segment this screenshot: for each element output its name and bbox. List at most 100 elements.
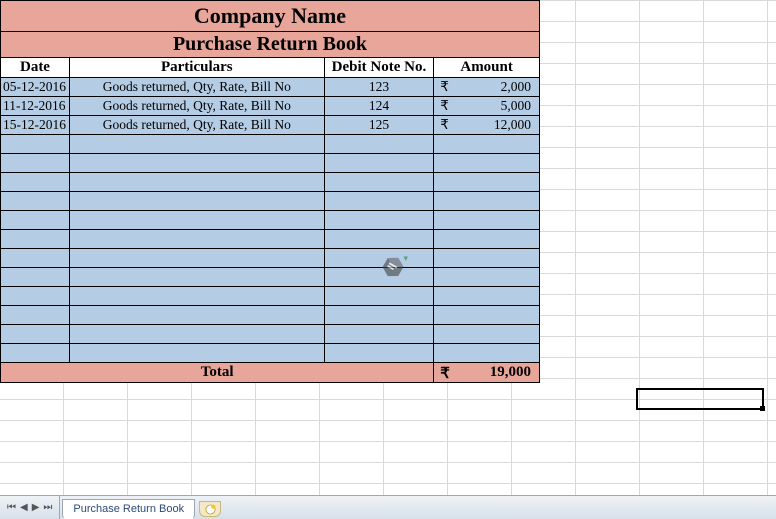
- subtitle-row: Purchase Return Book: [1, 32, 540, 58]
- total-row: Total ₹ 19,000: [1, 363, 540, 383]
- cell-amount[interactable]: [434, 268, 540, 287]
- cell-debit-note[interactable]: 123: [324, 78, 434, 97]
- table-row: 05-12-2016Goods returned, Qty, Rate, Bil…: [1, 78, 540, 97]
- tab-nav-next-icon[interactable]: ▶: [31, 502, 41, 513]
- cell-amount[interactable]: [434, 154, 540, 173]
- cell-date[interactable]: [1, 154, 70, 173]
- cell-amount[interactable]: [434, 287, 540, 306]
- cell-particulars[interactable]: Goods returned, Qty, Rate, Bill No: [69, 116, 324, 135]
- cell-particulars[interactable]: [69, 325, 324, 344]
- cell-date[interactable]: [1, 192, 70, 211]
- cell-date[interactable]: 15-12-2016: [1, 116, 70, 135]
- currency-symbol: ₹: [440, 98, 449, 114]
- cell-date[interactable]: [1, 268, 70, 287]
- cell-particulars[interactable]: [69, 173, 324, 192]
- cell-date[interactable]: 05-12-2016: [1, 78, 70, 97]
- tab-nav-first-icon[interactable]: ⏮: [6, 502, 17, 513]
- cell-particulars[interactable]: Goods returned, Qty, Rate, Bill No: [69, 78, 324, 97]
- company-name[interactable]: Company Name: [1, 1, 540, 32]
- cell-particulars[interactable]: [69, 344, 324, 363]
- cell-particulars[interactable]: [69, 211, 324, 230]
- cell-date[interactable]: [1, 230, 70, 249]
- cell-date[interactable]: [1, 173, 70, 192]
- cell-date[interactable]: [1, 306, 70, 325]
- header-debit[interactable]: Debit Note No.: [324, 58, 434, 78]
- currency-symbol: ₹: [440, 79, 449, 95]
- table-row: [1, 192, 540, 211]
- cell-amount[interactable]: ₹12,000: [434, 116, 540, 135]
- table-row: 11-12-2016Goods returned, Qty, Rate, Bil…: [1, 97, 540, 116]
- cell-date[interactable]: [1, 344, 70, 363]
- cell-debit-note[interactable]: [324, 344, 434, 363]
- table-row: [1, 325, 540, 344]
- table-row: [1, 268, 540, 287]
- title-row: Company Name: [1, 1, 540, 32]
- cell-debit-note[interactable]: [324, 325, 434, 344]
- currency-symbol: ₹: [440, 117, 449, 133]
- cell-debit-note[interactable]: [324, 211, 434, 230]
- cell-amount[interactable]: [434, 306, 540, 325]
- cell-debit-note[interactable]: [324, 135, 434, 154]
- cell-debit-note[interactable]: [324, 306, 434, 325]
- table-row: [1, 154, 540, 173]
- cell-particulars[interactable]: [69, 135, 324, 154]
- spreadsheet-view: Company Name Purchase Return Book Date P…: [0, 0, 776, 519]
- table-row: [1, 230, 540, 249]
- purchase-return-table: Company Name Purchase Return Book Date P…: [0, 0, 540, 383]
- cell-debit-note[interactable]: [324, 173, 434, 192]
- total-amount[interactable]: ₹ 19,000: [434, 363, 540, 383]
- cell-amount[interactable]: [434, 173, 540, 192]
- cell-amount[interactable]: [434, 344, 540, 363]
- header-date[interactable]: Date: [1, 58, 70, 78]
- active-cell-cursor[interactable]: [636, 388, 764, 410]
- cell-debit-note[interactable]: 124: [324, 97, 434, 116]
- total-label[interactable]: Total: [1, 363, 434, 383]
- tab-nav-prev-icon[interactable]: ◀: [19, 502, 29, 513]
- cell-particulars[interactable]: [69, 306, 324, 325]
- table-row: [1, 173, 540, 192]
- cell-amount[interactable]: [434, 230, 540, 249]
- cell-particulars[interactable]: Goods returned, Qty, Rate, Bill No: [69, 97, 324, 116]
- cell-date[interactable]: [1, 325, 70, 344]
- cell-date[interactable]: [1, 249, 70, 268]
- table-row: [1, 344, 540, 363]
- cell-amount[interactable]: [434, 135, 540, 154]
- book-title[interactable]: Purchase Return Book: [1, 32, 540, 58]
- cell-amount[interactable]: [434, 192, 540, 211]
- sheet-tab-label: Purchase Return Book: [73, 503, 184, 515]
- cell-date[interactable]: [1, 287, 70, 306]
- cell-date[interactable]: [1, 211, 70, 230]
- sheet-tab-bar: ⏮ ◀ ▶ ⏭ Purchase Return Book: [0, 495, 776, 519]
- tab-nav-controls: ⏮ ◀ ▶ ⏭: [0, 496, 60, 519]
- cell-particulars[interactable]: [69, 230, 324, 249]
- amount-value: 5,000: [501, 98, 531, 113]
- table-row: [1, 211, 540, 230]
- new-sheet-button[interactable]: [199, 501, 221, 517]
- cell-particulars[interactable]: [69, 192, 324, 211]
- cell-date[interactable]: 11-12-2016: [1, 97, 70, 116]
- cell-debit-note[interactable]: [324, 230, 434, 249]
- cell-amount[interactable]: ₹2,000: [434, 78, 540, 97]
- header-particulars[interactable]: Particulars: [69, 58, 324, 78]
- cell-date[interactable]: [1, 135, 70, 154]
- table-row: 15-12-2016Goods returned, Qty, Rate, Bil…: [1, 116, 540, 135]
- tab-nav-last-icon[interactable]: ⏭: [42, 502, 53, 513]
- header-amount[interactable]: Amount: [434, 58, 540, 78]
- cell-debit-note[interactable]: [324, 192, 434, 211]
- cell-particulars[interactable]: [69, 249, 324, 268]
- cell-particulars[interactable]: [69, 287, 324, 306]
- sheet-tab-active[interactable]: Purchase Return Book: [62, 499, 195, 519]
- header-row: Date Particulars Debit Note No. Amount: [1, 58, 540, 78]
- cell-amount[interactable]: [434, 211, 540, 230]
- table-row: [1, 287, 540, 306]
- cell-amount[interactable]: [434, 325, 540, 344]
- cell-debit-note[interactable]: [324, 287, 434, 306]
- amount-value: 2,000: [501, 79, 531, 94]
- cell-particulars[interactable]: [69, 154, 324, 173]
- cell-amount[interactable]: ₹5,000: [434, 97, 540, 116]
- cell-particulars[interactable]: [69, 268, 324, 287]
- total-value: 19,000: [490, 364, 531, 380]
- cell-debit-note[interactable]: [324, 154, 434, 173]
- cell-amount[interactable]: [434, 249, 540, 268]
- cell-debit-note[interactable]: 125: [324, 116, 434, 135]
